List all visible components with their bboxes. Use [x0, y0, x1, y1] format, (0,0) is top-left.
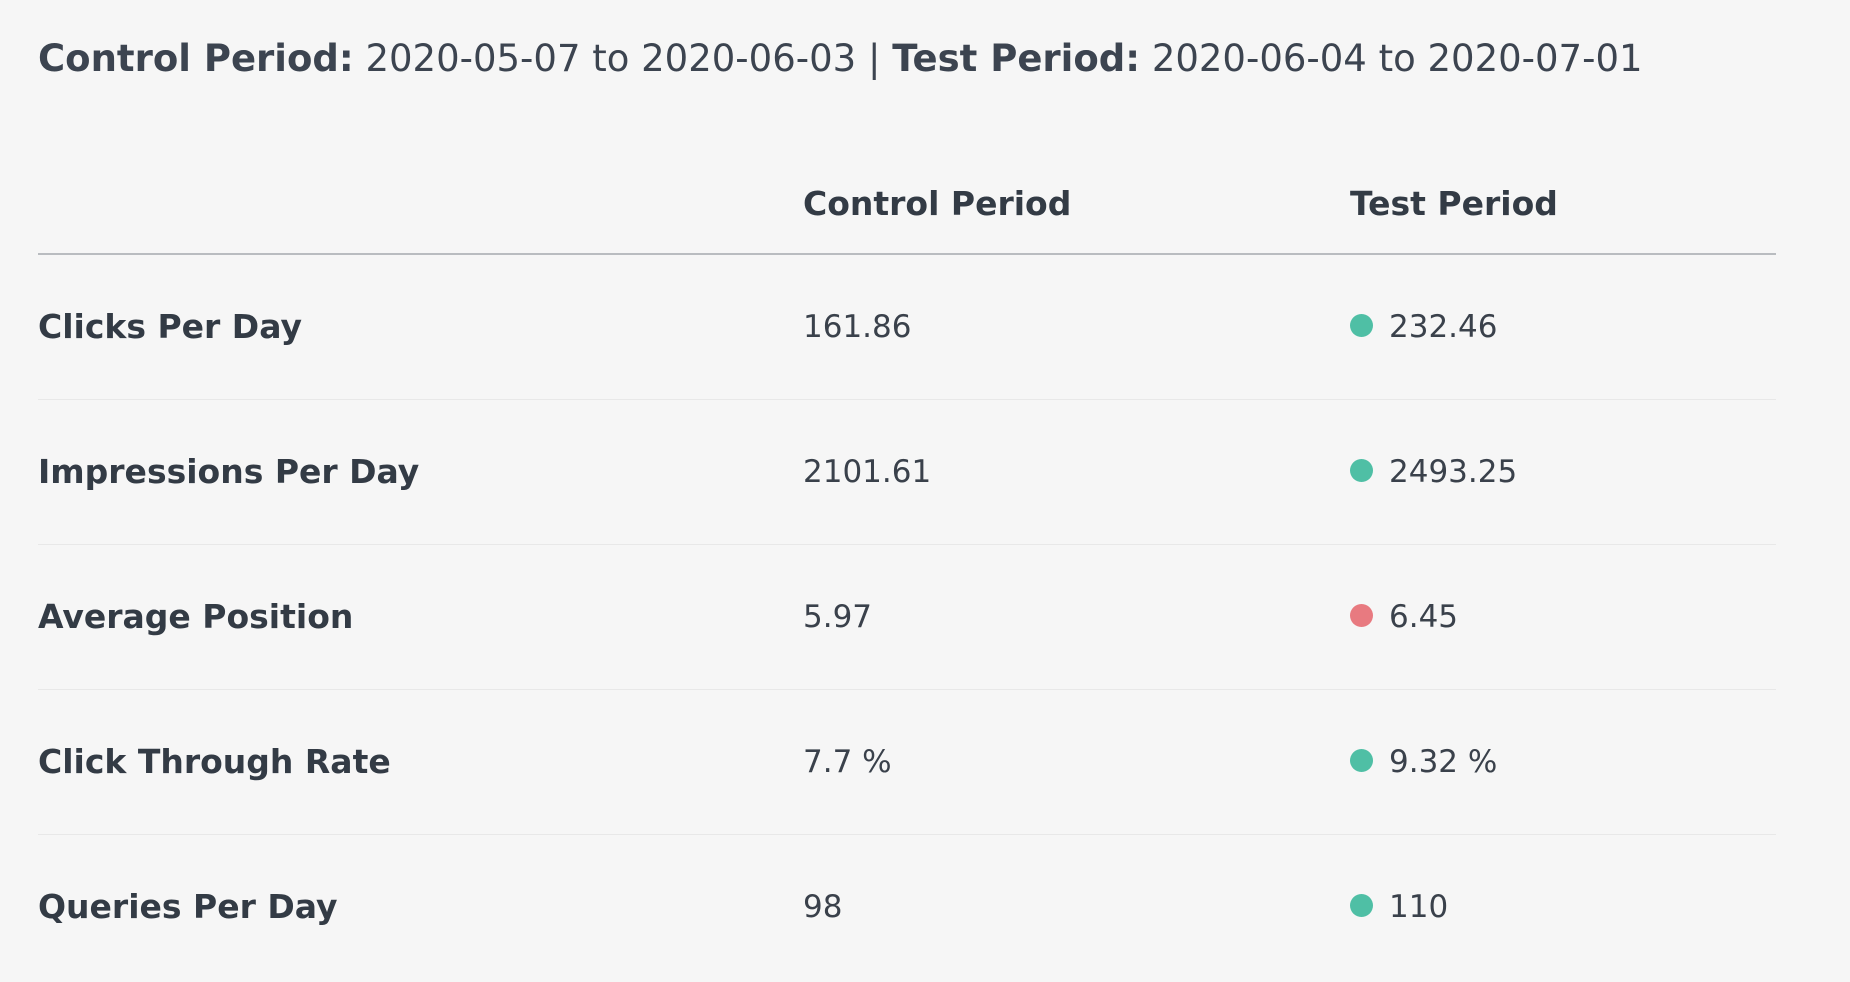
metric-column-header: [38, 160, 803, 255]
metric-name: Click Through Rate: [38, 742, 391, 781]
test-period-range: 2020-06-04 to 2020-07-01: [1151, 37, 1643, 80]
test-value: 232.46: [1389, 308, 1498, 345]
table-row: Average Position 5.97 6.45: [38, 544, 1776, 689]
status-dot-icon: [1350, 603, 1373, 627]
control-value: 5.97: [803, 598, 873, 635]
metric-name: Queries Per Day: [38, 887, 338, 927]
control-period-column-header: Control Period: [803, 160, 1350, 255]
table-row: Impressions Per Day 2101.61 2493.25: [38, 399, 1776, 544]
table-body: Clicks Per Day 161.86 232.46 Impressions…: [38, 254, 1776, 979]
metric-name: Average Position: [38, 597, 354, 636]
period-heading: Control Period: 2020-05-07 to 2020-06-03…: [38, 34, 1643, 84]
test-cell: 6.45: [1350, 544, 1776, 689]
metric-name: Clicks Per Day: [38, 307, 302, 347]
period-separator: |: [867, 37, 881, 80]
control-value: 7.7 %: [803, 743, 892, 780]
control-value: 98: [803, 888, 843, 925]
table-row: Click Through Rate 7.7 % 9.32 %: [38, 689, 1776, 834]
test-cell: 9.32 %: [1350, 689, 1776, 834]
status-dot-icon: [1350, 893, 1373, 917]
control-period-range: 2020-05-07 to 2020-06-03: [365, 37, 857, 80]
control-period-label: Control Period:: [38, 37, 354, 80]
test-value: 2493.25: [1389, 453, 1518, 490]
table-header-row: Control Period Test Period: [38, 160, 1776, 255]
status-dot-icon: [1350, 458, 1373, 482]
table-row: Queries Per Day 98 110: [38, 834, 1776, 979]
status-dot-icon: [1350, 313, 1373, 337]
metrics-comparison-table: Control Period Test Period Clicks Per Da…: [38, 160, 1776, 979]
test-period-column-header: Test Period: [1350, 160, 1776, 255]
control-value: 2101.61: [803, 453, 932, 490]
test-value: 6.45: [1389, 598, 1459, 635]
status-dot-icon: [1350, 748, 1373, 772]
table-row: Clicks Per Day 161.86 232.46: [38, 254, 1776, 399]
test-cell: 110: [1350, 834, 1776, 979]
control-value: 161.86: [803, 308, 912, 345]
table-header: Control Period Test Period: [38, 160, 1776, 255]
test-value: 9.32 %: [1389, 743, 1498, 780]
test-value: 110: [1389, 888, 1449, 925]
metric-name: Impressions Per Day: [38, 452, 420, 491]
comparison-page: Control Period: 2020-05-07 to 2020-06-03…: [0, 0, 1850, 982]
test-period-label: Test Period:: [892, 37, 1141, 80]
test-cell: 2493.25: [1350, 399, 1776, 544]
test-cell: 232.46: [1350, 254, 1776, 399]
